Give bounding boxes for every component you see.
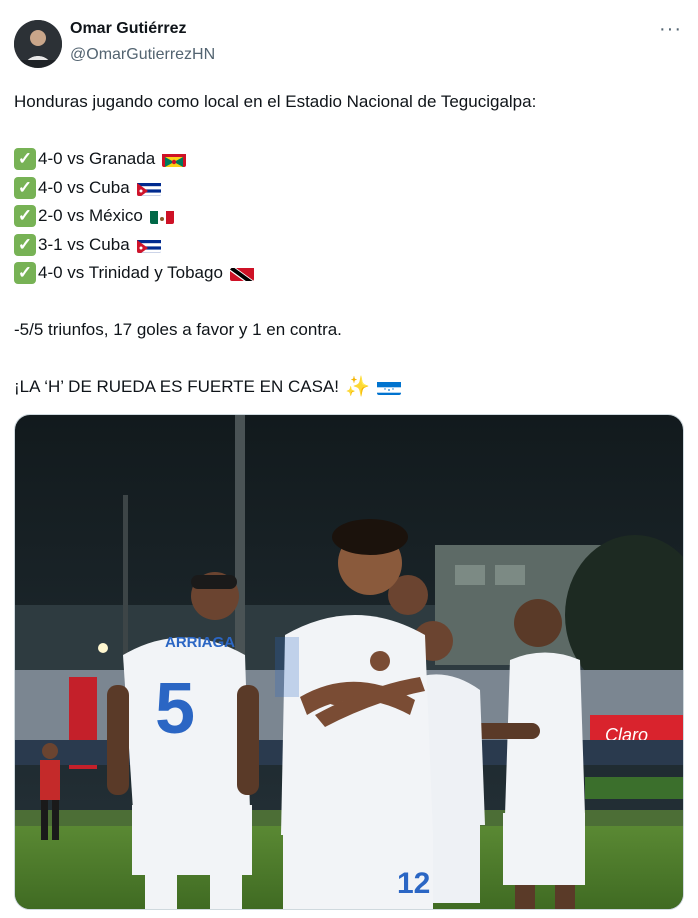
result-score: 4-0 vs Granada — [38, 149, 156, 168]
tweet-closing: ¡LA ‘H’ DE RUEDA ES FUERTE EN CASA! — [14, 377, 339, 396]
trinidad-tobago-flag-icon — [229, 265, 254, 282]
check-mark-icon: ✓ — [14, 233, 36, 256]
mexico-flag-icon — [149, 208, 174, 225]
result-item: ✓ 2-0 vs México — [14, 202, 684, 231]
more-options-icon[interactable]: ··· — [659, 18, 682, 41]
cuba-flag-icon — [136, 180, 161, 196]
tweet-intro: Honduras jugando como local en el Estadi… — [14, 92, 537, 111]
grenada-flag-icon — [162, 151, 187, 168]
cuba-flag-icon — [136, 237, 161, 253]
result-score: 2-0 vs México — [38, 206, 143, 225]
result-item: ✓ 4-0 vs Trinidad y Tobago — [14, 259, 684, 288]
tweet-closing-line: ¡LA ‘H’ DE RUEDA ES FUERTE EN CASA! ✨ — [14, 373, 684, 402]
jersey-number-left: 5 — [155, 669, 195, 749]
check-mark-icon: ✓ — [14, 148, 36, 171]
sparkles-icon: ✨ — [344, 376, 370, 398]
tweet-photo[interactable]: Claro ARRIAGA 5 12 — [14, 414, 684, 910]
check-mark-icon: ✓ — [14, 176, 36, 199]
result-score: 4-0 vs Cuba — [38, 177, 130, 197]
check-mark-icon: ✓ — [14, 205, 36, 228]
user-avatar-icon[interactable] — [14, 20, 62, 68]
tweet-summary: -5/5 triunfos, 17 goles a favor y 1 en c… — [14, 320, 342, 339]
honduras-flag-icon — [376, 379, 401, 396]
result-item: ✓ 4-0 vs Cuba — [14, 174, 684, 203]
author-handle[interactable]: @OmarGutierrezHN — [70, 46, 215, 64]
result-item: ✓ 3-1 vs Cuba — [14, 231, 684, 260]
check-mark-icon: ✓ — [14, 262, 36, 285]
jersey-number-center: 12 — [397, 867, 430, 900]
author-name[interactable]: Omar Gutiérrez — [70, 20, 186, 38]
result-score: 4-0 vs Trinidad y Tobago — [38, 263, 223, 282]
match-photo-illustration: Claro ARRIAGA 5 12 — [15, 415, 683, 909]
jersey-name: ARRIAGA — [165, 634, 235, 651]
result-score: 3-1 vs Cuba — [38, 234, 130, 254]
result-item: ✓ 4-0 vs Granada — [14, 145, 684, 174]
tweet-text: Honduras jugando como local en el Estadi… — [14, 88, 684, 402]
